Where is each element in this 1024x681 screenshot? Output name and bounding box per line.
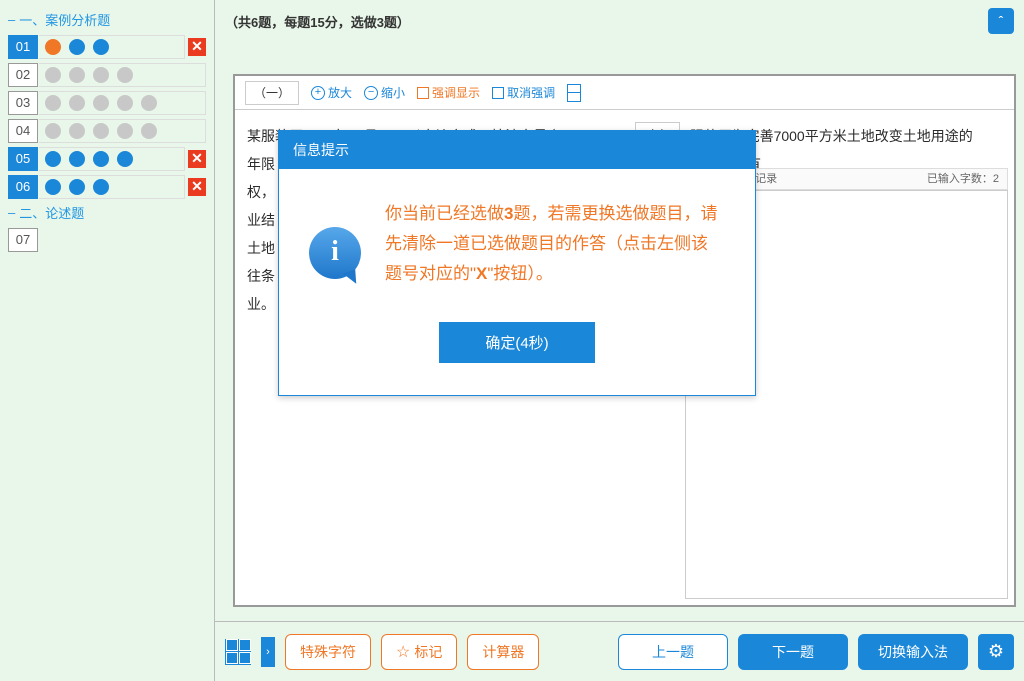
unhighlight-button[interactable]: 取消强调 (492, 84, 555, 101)
zoom-out-button[interactable]: − 缩小 (364, 84, 405, 101)
question-number-02[interactable]: 02 (8, 63, 38, 87)
prev-question-button[interactable]: 上一题 (618, 634, 728, 670)
subpart-dot[interactable] (93, 95, 109, 111)
unhighlight-icon (492, 87, 504, 99)
mark-label: 标记 (414, 642, 442, 662)
subpart-dot[interactable] (93, 179, 109, 195)
question-number-01[interactable]: 01 (8, 35, 38, 59)
settings-button[interactable]: ⚙ (978, 634, 1014, 670)
gear-icon: ⚙ (988, 641, 1004, 662)
question-row-03: 03 (4, 91, 206, 115)
section-1-title[interactable]: 一、案例分析题 (8, 10, 206, 29)
split-view-button[interactable] (567, 84, 581, 102)
mark-button[interactable]: 标记 (381, 634, 457, 670)
subpart-dot[interactable] (69, 151, 85, 167)
bottom-toolbar: › 特殊字符 标记 计算器 上一题 下一题 切换输入法 ⚙ (215, 621, 1024, 681)
question-number-03[interactable]: 03 (8, 91, 38, 115)
ime-label: 切换输入法 (878, 642, 948, 662)
subpart-dot[interactable] (117, 95, 133, 111)
next-label: 下一题 (772, 642, 814, 662)
special-chars-label: 特殊字符 (300, 642, 356, 662)
question-03-subparts (39, 91, 206, 115)
question-grid-button[interactable] (225, 639, 251, 665)
clear-answer-x-button[interactable]: ✕ (188, 178, 206, 196)
modal-message: 你当前已经选做3题，若需更换选做题目，请先清除一道已选做题目的作答（点击左侧该题… (385, 199, 719, 288)
prev-label: 上一题 (652, 642, 694, 662)
subpart-dot[interactable] (93, 67, 109, 83)
subpart-dot[interactable] (45, 39, 61, 55)
subpart-dot[interactable] (117, 123, 133, 139)
subpart-dot[interactable] (117, 151, 133, 167)
clear-answer-x-button[interactable]: ✕ (188, 38, 206, 56)
question-number-05[interactable]: 05 (8, 147, 38, 171)
chevron-up-icon: ˆ (999, 13, 1004, 29)
star-icon (396, 642, 410, 662)
subpart-dot[interactable] (93, 151, 109, 167)
question-row-02: 02 (4, 63, 206, 87)
highlight-button[interactable]: 强调显示 (417, 84, 480, 101)
section-rule-text: （共6题，每题15分，选做3题） (225, 12, 988, 31)
part-label: （一） (245, 81, 299, 105)
char-count: 已输入字数：2 (927, 168, 999, 190)
subpart-dot[interactable] (45, 179, 61, 195)
subpart-dot[interactable] (69, 95, 85, 111)
zoom-out-label: 缩小 (381, 84, 405, 101)
collapse-button[interactable]: ˆ (988, 8, 1014, 34)
question-row-01: 01 ✕ (4, 35, 206, 59)
question-02-subparts (39, 63, 206, 87)
modal-title: 信息提示 (279, 131, 755, 169)
subpart-dot[interactable] (69, 123, 85, 139)
unhighlight-label: 取消强调 (507, 84, 555, 101)
plus-icon: + (311, 86, 325, 100)
subpart-dot[interactable] (45, 67, 61, 83)
subpart-dot[interactable] (45, 151, 61, 167)
question-number-07[interactable]: 07 (8, 228, 38, 252)
subpart-dot[interactable] (141, 95, 157, 111)
question-04-subparts (39, 119, 206, 143)
highlight-icon (417, 87, 429, 99)
section-2-title[interactable]: 二、论述题 (8, 203, 206, 222)
subpart-dot[interactable] (45, 123, 61, 139)
question-row-07: 07 (4, 228, 206, 252)
calculator-button[interactable]: 计算器 (467, 634, 539, 670)
subpart-dot[interactable] (45, 95, 61, 111)
calculator-label: 计算器 (482, 642, 524, 662)
highlight-label: 强调显示 (432, 84, 480, 101)
ime-switch-button[interactable]: 切换输入法 (858, 634, 968, 670)
nav-arrow-button[interactable]: › (261, 637, 275, 667)
subpart-dot[interactable] (141, 123, 157, 139)
chevron-right-icon: › (266, 646, 270, 658)
zoom-in-label: 放大 (328, 84, 352, 101)
subpart-dot[interactable] (117, 67, 133, 83)
subpart-dot[interactable] (93, 39, 109, 55)
section-header: （共6题，每题15分，选做3题） ˆ (215, 0, 1024, 42)
special-chars-button[interactable]: 特殊字符 (285, 634, 371, 670)
subpart-dot[interactable] (69, 39, 85, 55)
question-row-05: 05 ✕ (4, 147, 206, 171)
info-modal: 信息提示 你当前已经选做3题，若需更换选做题目，请先清除一道已选做题目的作答（点… (278, 130, 756, 396)
clear-answer-x-button[interactable]: ✕ (188, 150, 206, 168)
question-number-04[interactable]: 04 (8, 119, 38, 143)
subpart-dot[interactable] (93, 123, 109, 139)
question-number-06[interactable]: 06 (8, 175, 38, 199)
question-06-subparts (39, 175, 185, 199)
question-row-06: 06 ✕ (4, 175, 206, 199)
question-nav-sidebar: 一、案例分析题 01 ✕ 02 03 04 (0, 0, 210, 681)
minus-icon: − (364, 86, 378, 100)
subpart-dot[interactable] (69, 67, 85, 83)
question-01-subparts (39, 35, 185, 59)
content-toolbar: （一） + 放大 − 缩小 强调显示 取消强调 (235, 76, 1014, 110)
question-05-subparts (39, 147, 185, 171)
zoom-in-button[interactable]: + 放大 (311, 84, 352, 101)
modal-ok-button[interactable]: 确定(4秒) (439, 322, 594, 363)
info-icon (309, 227, 365, 283)
split-view-icon (567, 84, 581, 102)
question-row-04: 04 (4, 119, 206, 143)
subpart-dot[interactable] (69, 179, 85, 195)
next-question-button[interactable]: 下一题 (738, 634, 848, 670)
